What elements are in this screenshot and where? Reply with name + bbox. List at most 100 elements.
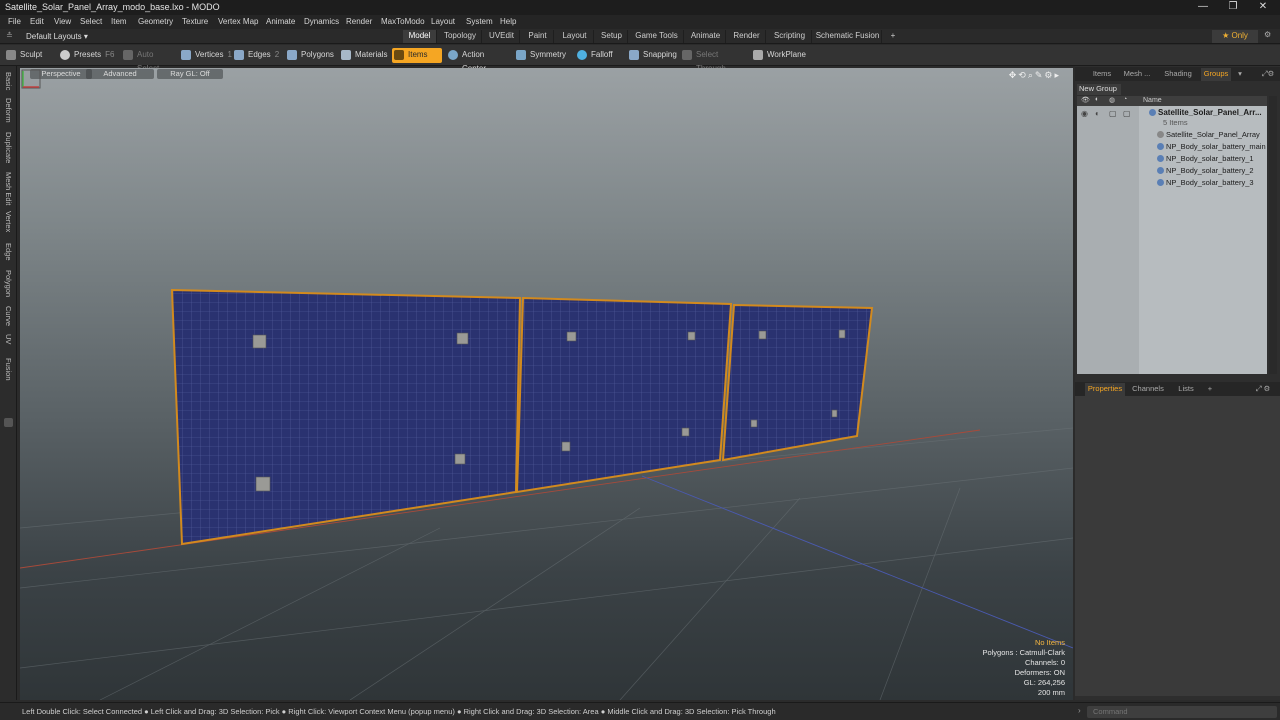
status-hint: Left Double Click: Select Connected ● Le…	[22, 707, 776, 716]
raygl-button[interactable]: Ray GL: Off	[157, 69, 223, 79]
menu-item[interactable]: Item	[111, 17, 127, 26]
list-item[interactable]: NP_Body_solar_battery_main	[1157, 142, 1266, 151]
expand-icon[interactable]	[4, 418, 13, 427]
list-item[interactable]: NP_Body_solar_battery_3	[1157, 178, 1254, 187]
list-item[interactable]: NP_Body_solar_battery_1	[1157, 154, 1254, 163]
panel-expand-icon[interactable]: ⤢⚙	[1259, 68, 1277, 81]
snapping-icon	[629, 50, 639, 60]
command-expand-icon[interactable]: ›	[1078, 706, 1081, 715]
menu-dynamics[interactable]: Dynamics	[304, 17, 339, 26]
menu-file[interactable]: File	[8, 17, 21, 26]
materials-icon	[341, 50, 351, 60]
render-column-icon[interactable]: ◐	[1095, 96, 1099, 103]
maximize-button[interactable]: ❐	[1218, 0, 1248, 15]
menu-view[interactable]: View	[54, 17, 71, 26]
tab-scripting[interactable]: Scripting	[768, 30, 812, 43]
group-title-row[interactable]: Satellite_Solar_Panel_Arr...	[1149, 108, 1262, 117]
tab-schematic-fusion[interactable]: Schematic Fusion	[814, 30, 882, 43]
menu-help[interactable]: Help	[500, 17, 516, 26]
tab-items[interactable]: Items	[1089, 68, 1115, 81]
menu-system[interactable]: System	[466, 17, 493, 26]
tab-render[interactable]: Render	[728, 30, 766, 43]
viewport-nav-icons[interactable]: ✥⟲⌕✎⚙▸	[1009, 70, 1061, 81]
close-button[interactable]: ✕	[1248, 0, 1278, 15]
tab-animate[interactable]: Animate	[686, 30, 726, 43]
axis-gizmo-icon	[21, 69, 41, 89]
list-item[interactable]: NP_Body_solar_battery_2	[1157, 166, 1254, 175]
action-center-icon	[448, 50, 458, 60]
sculpt-button[interactable]: Sculpt	[4, 48, 54, 63]
advanced-button[interactable]: Advanced	[86, 69, 154, 79]
layout-tabs-bar: ≛ Default Layouts ▾ Model Topology UVEdi…	[0, 29, 1280, 44]
select-through-button[interactable]: Select Through	[680, 48, 748, 73]
menu-vertex-map[interactable]: Vertex Map	[218, 17, 258, 26]
presets-button[interactable]: Presets F6	[58, 48, 116, 63]
workplane-button[interactable]: WorkPlane	[751, 48, 807, 63]
solar-panel-main[interactable]	[170, 288, 522, 546]
tab-topology[interactable]: Topology	[439, 30, 482, 43]
tab-uvedit[interactable]: UVEdit	[484, 30, 520, 43]
tab-mesh[interactable]: Mesh ...	[1121, 68, 1153, 81]
tab-groups[interactable]: Groups	[1201, 68, 1231, 81]
select-column-icon[interactable]: ◔	[1123, 96, 1127, 103]
default-layouts-dropdown[interactable]: Default Layouts ▾	[26, 32, 88, 41]
eye-icon[interactable]: ◉	[1081, 109, 1088, 118]
tab-properties[interactable]: Properties	[1085, 383, 1125, 396]
viewport-scene	[20, 288, 1073, 700]
falloff-button[interactable]: Falloff	[575, 48, 623, 63]
solar-panel-3[interactable]	[721, 303, 874, 462]
menu-edit[interactable]: Edit	[30, 17, 44, 26]
z-axis-line	[641, 475, 1073, 649]
groups-scrollbar[interactable]	[1269, 96, 1277, 374]
gl-info: GL: 264,256	[1023, 678, 1065, 687]
visibility-column-icon[interactable]: 👁	[1081, 96, 1090, 104]
symmetry-button[interactable]: Symmetry	[514, 48, 570, 63]
menu-render[interactable]: Render	[346, 17, 372, 26]
items-button[interactable]: Items	[392, 48, 442, 63]
lock-toggle-icon[interactable]: ▢	[1109, 109, 1117, 118]
menu-texture[interactable]: Texture	[182, 17, 208, 26]
tab-setup[interactable]: Setup	[596, 30, 628, 43]
menu-animate[interactable]: Animate	[266, 17, 295, 26]
vertices-button[interactable]: Vertices 1	[179, 48, 232, 63]
menu-maxtomodo[interactable]: MaxToModo	[381, 17, 425, 26]
tab-model[interactable]: Model	[403, 30, 437, 43]
mesh-icon	[1157, 143, 1164, 150]
tab-layout[interactable]: Layout	[556, 30, 594, 43]
solar-panel-2[interactable]	[515, 296, 733, 494]
menu-geometry[interactable]: Geometry	[138, 17, 173, 26]
brush-icon	[6, 50, 16, 60]
new-group-button[interactable]: New Group	[1077, 84, 1121, 95]
auto-select-button[interactable]: Auto Select	[121, 48, 177, 73]
panel-dropdown-icon[interactable]: ▾	[1235, 68, 1245, 81]
panel-expand-icon[interactable]: ⤢ ⚙	[1249, 383, 1277, 396]
menu-layout[interactable]: Layout	[431, 17, 455, 26]
tab-game-tools[interactable]: Game Tools	[630, 30, 684, 43]
tab-lists[interactable]: Lists	[1173, 383, 1199, 396]
tab-shading[interactable]: Shading	[1161, 68, 1195, 81]
select-through-icon	[682, 50, 692, 60]
command-input[interactable]	[1087, 706, 1277, 718]
render-toggle-icon[interactable]: ◐	[1095, 109, 1100, 118]
edges-button[interactable]: Edges 2	[232, 48, 284, 63]
tab-channels[interactable]: Channels	[1129, 383, 1167, 396]
tab-paint[interactable]: Paint	[522, 30, 554, 43]
add-tab-button[interactable]: +	[1205, 383, 1215, 396]
3d-viewport[interactable]: Perspective Advanced Ray GL: Off ✥⟲⌕✎⚙▸ …	[20, 68, 1073, 700]
select-toggle-icon[interactable]: ▢	[1123, 109, 1131, 118]
action-center-button[interactable]: Action Center	[446, 48, 510, 73]
mesh-icon	[1157, 155, 1164, 162]
list-item[interactable]: Satellite_Solar_Panel_Array	[1157, 130, 1260, 139]
materials-button[interactable]: Materials	[339, 48, 391, 63]
pin-icon[interactable]: ≛	[6, 31, 13, 40]
add-layout-tab-button[interactable]: +	[886, 30, 900, 43]
only-toggle[interactable]: ★ Only	[1212, 30, 1258, 43]
gear-icon[interactable]: ⚙	[1264, 30, 1271, 39]
menu-select[interactable]: Select	[80, 17, 102, 26]
name-column-header[interactable]: Name	[1143, 97, 1162, 104]
minimize-button[interactable]: —	[1188, 0, 1218, 15]
polygons-button[interactable]: Polygons	[285, 48, 337, 63]
groups-list[interactable]: ◉ ◐ ▢ ▢ Satellite_Solar_Panel_Arr... 5 I…	[1077, 106, 1267, 374]
snapping-button[interactable]: Snapping	[627, 48, 679, 63]
lock-column-icon[interactable]: ◍	[1109, 96, 1115, 104]
